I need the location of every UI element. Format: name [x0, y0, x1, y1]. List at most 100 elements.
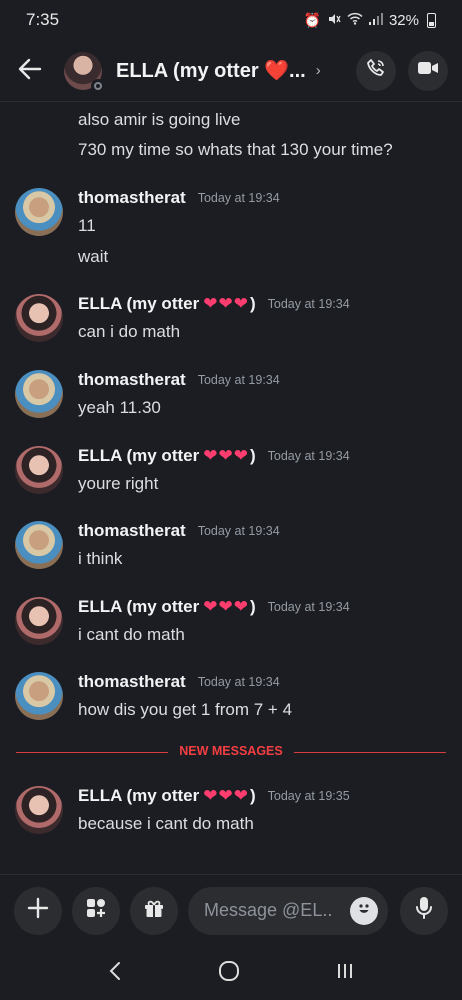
avatar[interactable]	[15, 786, 63, 834]
timestamp: Today at 19:34	[267, 449, 350, 463]
header-avatar[interactable]	[64, 51, 105, 93]
heart-icon: ❤	[218, 294, 233, 313]
heart-icon: ❤	[218, 597, 233, 616]
apps-button[interactable]	[72, 886, 120, 935]
message-line: youre right	[78, 474, 159, 493]
mic-icon	[414, 896, 434, 925]
message-line: how dis you get 1 from 7 + 4	[78, 700, 293, 719]
message-line: yeah 11.30	[78, 398, 161, 417]
timestamp: Today at 19:34	[197, 524, 280, 538]
message-input-container[interactable]	[188, 886, 388, 935]
message-line: because i cant do math	[78, 814, 254, 833]
timestamp: Today at 19:34	[197, 373, 280, 387]
call-icon	[366, 58, 386, 83]
avatar[interactable]	[15, 597, 63, 645]
timestamp: Today at 19:34	[267, 297, 350, 311]
new-messages-divider: NEW MESSAGES	[16, 744, 446, 758]
add-attachment-button[interactable]	[14, 886, 62, 935]
header-actions	[356, 50, 448, 91]
status-icons: ⏰ 32%	[304, 12, 436, 29]
plus-icon	[27, 897, 49, 924]
system-nav-bar	[0, 946, 462, 1000]
heart-icon: ❤	[218, 786, 233, 805]
message-header: ELLA (my otter ❤ ❤ ❤ ) Today at 19:35	[78, 786, 350, 806]
status-bar: 7:35 ⏰ 32%	[0, 0, 462, 40]
timestamp: Today at 19:34	[197, 191, 280, 205]
hearts-emoji: ❤ ❤ ❤	[203, 786, 248, 806]
video-call-button[interactable]	[408, 50, 448, 91]
author-name[interactable]: ELLA (my otter	[78, 294, 199, 314]
home-nav-icon[interactable]	[218, 960, 240, 987]
heart-icon: ❤	[203, 786, 218, 805]
hearts-emoji: ❤ ❤ ❤	[203, 597, 248, 617]
avatar[interactable]	[15, 446, 63, 494]
author-paren: )	[249, 597, 256, 616]
author-name[interactable]: ELLA (my otter	[78, 597, 199, 617]
message-line: i cant do math	[78, 625, 185, 644]
battery-icon	[427, 12, 436, 28]
message-composer	[0, 874, 462, 946]
heart-icon: ❤	[233, 786, 248, 805]
timestamp: Today at 19:34	[197, 675, 280, 689]
author-name[interactable]: ELLA (my otter	[78, 786, 199, 806]
gift-icon	[143, 897, 165, 924]
chat-title[interactable]: ELLA (my otter ❤️...	[116, 58, 306, 83]
wifi-icon	[347, 12, 363, 28]
back-arrow-icon[interactable]	[18, 57, 54, 85]
chat-header: ELLA (my otter ❤️... ›	[0, 40, 462, 102]
emoji-icon	[354, 898, 374, 923]
divider-line	[294, 752, 446, 753]
message-header: ELLA (my otter ❤ ❤ ❤ ) Today at 19:34	[78, 294, 350, 314]
hearts-emoji: ❤ ❤ ❤	[203, 446, 248, 466]
message-line: can i do math	[78, 322, 181, 341]
message-line: also amir is going live	[78, 110, 241, 129]
message-header: thomastherat Today at 19:34	[78, 521, 280, 541]
heart-icon: ❤	[203, 597, 218, 616]
message-line: 11	[78, 216, 96, 235]
author-name[interactable]: thomastherat	[78, 672, 186, 692]
voice-message-button[interactable]	[400, 886, 448, 935]
heart-icon: ❤	[233, 597, 248, 616]
message-header: thomastherat Today at 19:34	[78, 370, 280, 390]
author-paren: )	[249, 446, 256, 465]
hearts-emoji: ❤ ❤ ❤	[203, 294, 248, 314]
heart-icon: ❤	[233, 446, 248, 465]
call-button[interactable]	[356, 50, 396, 91]
new-messages-label: NEW MESSAGES	[179, 744, 283, 758]
message-line: i think	[78, 549, 123, 568]
avatar[interactable]	[15, 294, 63, 342]
author-name[interactable]: thomastherat	[78, 188, 186, 208]
apps-icon	[85, 897, 107, 924]
message-header: thomastherat Today at 19:34	[78, 188, 280, 208]
recents-nav-icon[interactable]	[335, 961, 355, 986]
gift-button[interactable]	[130, 886, 178, 935]
author-name[interactable]: thomastherat	[78, 521, 186, 541]
message-header: ELLA (my otter ❤ ❤ ❤ ) Today at 19:34	[78, 446, 350, 466]
status-time: 7:35	[26, 10, 60, 29]
heart-icon: ❤	[203, 294, 218, 313]
offline-status-icon	[91, 78, 105, 93]
alarm-icon: ⏰	[303, 11, 321, 28]
mute-icon	[327, 12, 341, 29]
back-nav-icon[interactable]	[107, 961, 123, 986]
heart-icon: ❤	[233, 294, 248, 313]
author-name[interactable]: ELLA (my otter	[78, 446, 199, 466]
video-icon	[417, 60, 439, 81]
avatar[interactable]	[15, 370, 63, 418]
battery-level: 32%	[388, 11, 419, 29]
avatar[interactable]	[15, 188, 63, 236]
avatar[interactable]	[15, 672, 63, 720]
message-line: 730 my time so whats that 130 your time?	[78, 140, 393, 159]
author-name[interactable]: thomastherat	[78, 370, 186, 390]
message-line: wait	[78, 247, 109, 266]
heart-icon: ❤	[203, 446, 218, 465]
message-input[interactable]	[204, 900, 334, 921]
message-header: ELLA (my otter ❤ ❤ ❤ ) Today at 19:34	[78, 597, 350, 617]
avatar[interactable]	[15, 521, 63, 569]
author-paren: )	[249, 294, 256, 313]
chevron-right-icon[interactable]: ›	[316, 62, 321, 79]
timestamp: Today at 19:34	[267, 600, 350, 614]
signal-icon	[368, 12, 383, 28]
emoji-button[interactable]	[350, 896, 378, 925]
heart-icon: ❤	[218, 446, 233, 465]
